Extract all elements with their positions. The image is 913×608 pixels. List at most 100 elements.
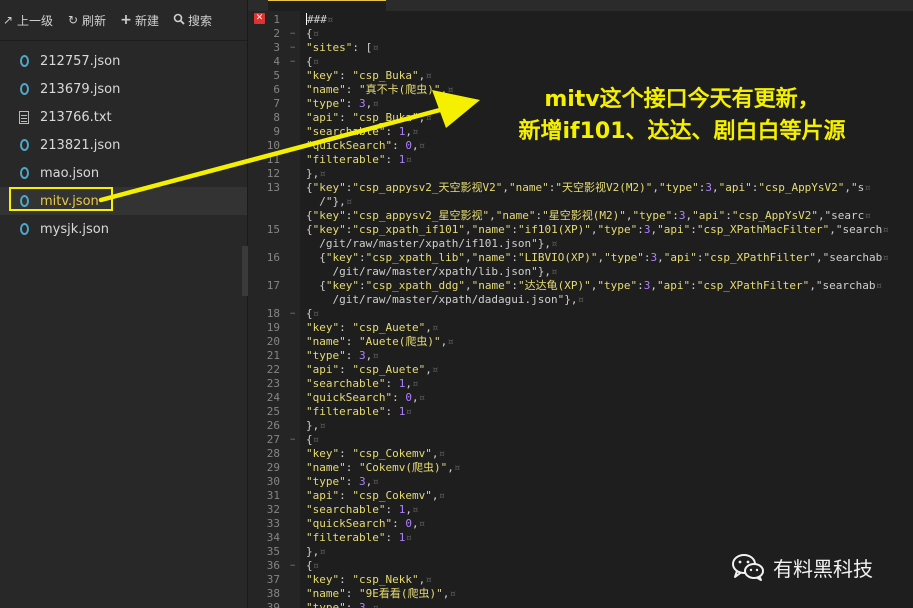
file-name: 213821.json bbox=[40, 137, 121, 153]
file-item[interactable]: 213821.json bbox=[0, 131, 247, 159]
code-text: {"key":"csp_appysv2_天空影视V2","name":"天空影视… bbox=[306, 181, 871, 194]
line-number: 26 bbox=[266, 419, 280, 432]
code-text: "type": 3,¤ bbox=[306, 475, 379, 488]
line-number: 24 bbox=[266, 391, 280, 404]
file-item[interactable]: 213766.txt bbox=[0, 103, 247, 131]
file-item[interactable]: 213679.json bbox=[0, 75, 247, 103]
code-text: "quickSearch": 0,¤ bbox=[306, 139, 426, 152]
code-text: },¤ bbox=[306, 545, 326, 558]
code-line: 34 bbox=[248, 531, 300, 545]
code-line: 4− bbox=[248, 55, 300, 69]
file-name: 212757.json bbox=[40, 53, 121, 69]
search-button[interactable]: 搜索 bbox=[173, 12, 212, 29]
code-line bbox=[248, 293, 300, 307]
code-line: 35 bbox=[248, 545, 300, 559]
up-level-label: 上一级 bbox=[17, 13, 54, 28]
code-text: "api": "csp_Cokemv",¤ bbox=[306, 489, 446, 502]
code-line: 6 bbox=[248, 83, 300, 97]
code-line: 31 bbox=[248, 489, 300, 503]
new-label: 新建 bbox=[135, 13, 160, 28]
code-line: 3− bbox=[248, 41, 300, 55]
code-text: "quickSearch": 0,¤ bbox=[306, 391, 426, 404]
code-line: 26 bbox=[248, 419, 300, 433]
code-line: 27− bbox=[248, 433, 300, 447]
code-text: "api": "csp_Auete",¤ bbox=[306, 363, 439, 376]
line-number: 20 bbox=[266, 335, 280, 348]
annotation-text: mitv这个接口今天有更新， 新增if101、达达、剧白白等片源 bbox=[472, 84, 892, 148]
watermark: 有料黑科技 bbox=[731, 552, 873, 582]
code-text: "key": "csp_Auete",¤ bbox=[306, 321, 439, 334]
line-number: 32 bbox=[266, 503, 280, 516]
code-text: "searchable": 1,¤ bbox=[306, 125, 419, 138]
code-text: },¤ bbox=[306, 167, 326, 180]
line-number: 30 bbox=[266, 475, 280, 488]
json-file-icon bbox=[18, 194, 30, 208]
fold-toggle-icon[interactable]: − bbox=[290, 559, 300, 573]
new-button[interactable]: + 新建 bbox=[120, 12, 159, 29]
watermark-text: 有料黑科技 bbox=[773, 556, 873, 581]
line-number: 16 bbox=[266, 251, 280, 264]
up-level-button[interactable]: ↗ 上一级 bbox=[2, 12, 53, 29]
code-text: "type": 3,¤ bbox=[306, 97, 379, 110]
code-line: 8 bbox=[248, 111, 300, 125]
line-number: 12 bbox=[266, 167, 280, 180]
code-text: /git/raw/master/xpath/if101.json"},¤ bbox=[306, 237, 558, 250]
arrow-up-left-icon: ↗ bbox=[2, 13, 14, 27]
code-text: "filterable": 1¤ bbox=[306, 153, 412, 166]
code-text: {"key":"csp_xpath_ddg","name":"达达龟(XP)",… bbox=[306, 279, 883, 292]
file-item[interactable]: mysjk.json bbox=[0, 215, 247, 243]
search-label: 搜索 bbox=[188, 13, 213, 28]
code-line: 21 bbox=[248, 349, 300, 363]
code-line: 36− bbox=[248, 559, 300, 573]
code-text: {"key":"csp_xpath_lib","name":"LIBVIO(XP… bbox=[306, 251, 889, 264]
line-number: 25 bbox=[266, 405, 280, 418]
line-number: 2 bbox=[273, 27, 280, 40]
json-file-icon bbox=[18, 82, 30, 96]
code-line: 13 bbox=[248, 181, 300, 195]
line-number: 36 bbox=[266, 559, 280, 572]
plus-icon: + bbox=[120, 12, 132, 28]
code-line: 17 bbox=[248, 279, 300, 293]
code-line: 28 bbox=[248, 447, 300, 461]
json-file-icon bbox=[18, 138, 30, 152]
annotation-line-2: 新增if101、达达、剧白白等片源 bbox=[518, 119, 846, 144]
file-toolbar: ↗ 上一级 ↻ 刷新 + 新建 搜索 bbox=[0, 0, 247, 41]
refresh-icon: ↻ bbox=[67, 13, 79, 27]
code-line: 16 bbox=[248, 251, 300, 265]
fold-toggle-icon[interactable]: − bbox=[290, 433, 300, 447]
file-item[interactable]: 212757.json bbox=[0, 47, 247, 75]
line-number bbox=[248, 195, 290, 209]
code-line: 11 bbox=[248, 153, 300, 167]
line-number: 17 bbox=[266, 279, 280, 292]
code-line: 29 bbox=[248, 461, 300, 475]
fold-toggle-icon[interactable]: − bbox=[290, 41, 300, 55]
file-item[interactable]: mao.json bbox=[0, 159, 247, 187]
line-number: 35 bbox=[266, 545, 280, 558]
fold-toggle-icon[interactable]: − bbox=[290, 55, 300, 69]
refresh-button[interactable]: ↻ 刷新 bbox=[67, 12, 106, 29]
code-line: 10 bbox=[248, 139, 300, 153]
line-number: 18 bbox=[266, 307, 280, 320]
code-text: "searchable": 1,¤ bbox=[306, 377, 419, 390]
refresh-label: 刷新 bbox=[82, 13, 107, 28]
fold-toggle-icon[interactable]: − bbox=[290, 307, 300, 321]
fold-toggle-icon[interactable]: − bbox=[290, 27, 300, 41]
annotation-line-1: mitv这个接口今天有更新， bbox=[544, 87, 820, 112]
code-line: 20 bbox=[248, 335, 300, 349]
line-number: 9 bbox=[273, 125, 280, 138]
code-line: 37 bbox=[248, 573, 300, 587]
line-number: 28 bbox=[266, 447, 280, 460]
json-file-icon bbox=[18, 54, 30, 68]
file-item[interactable]: mitv.json bbox=[0, 187, 247, 215]
code-text: /"},¤ bbox=[306, 195, 353, 208]
